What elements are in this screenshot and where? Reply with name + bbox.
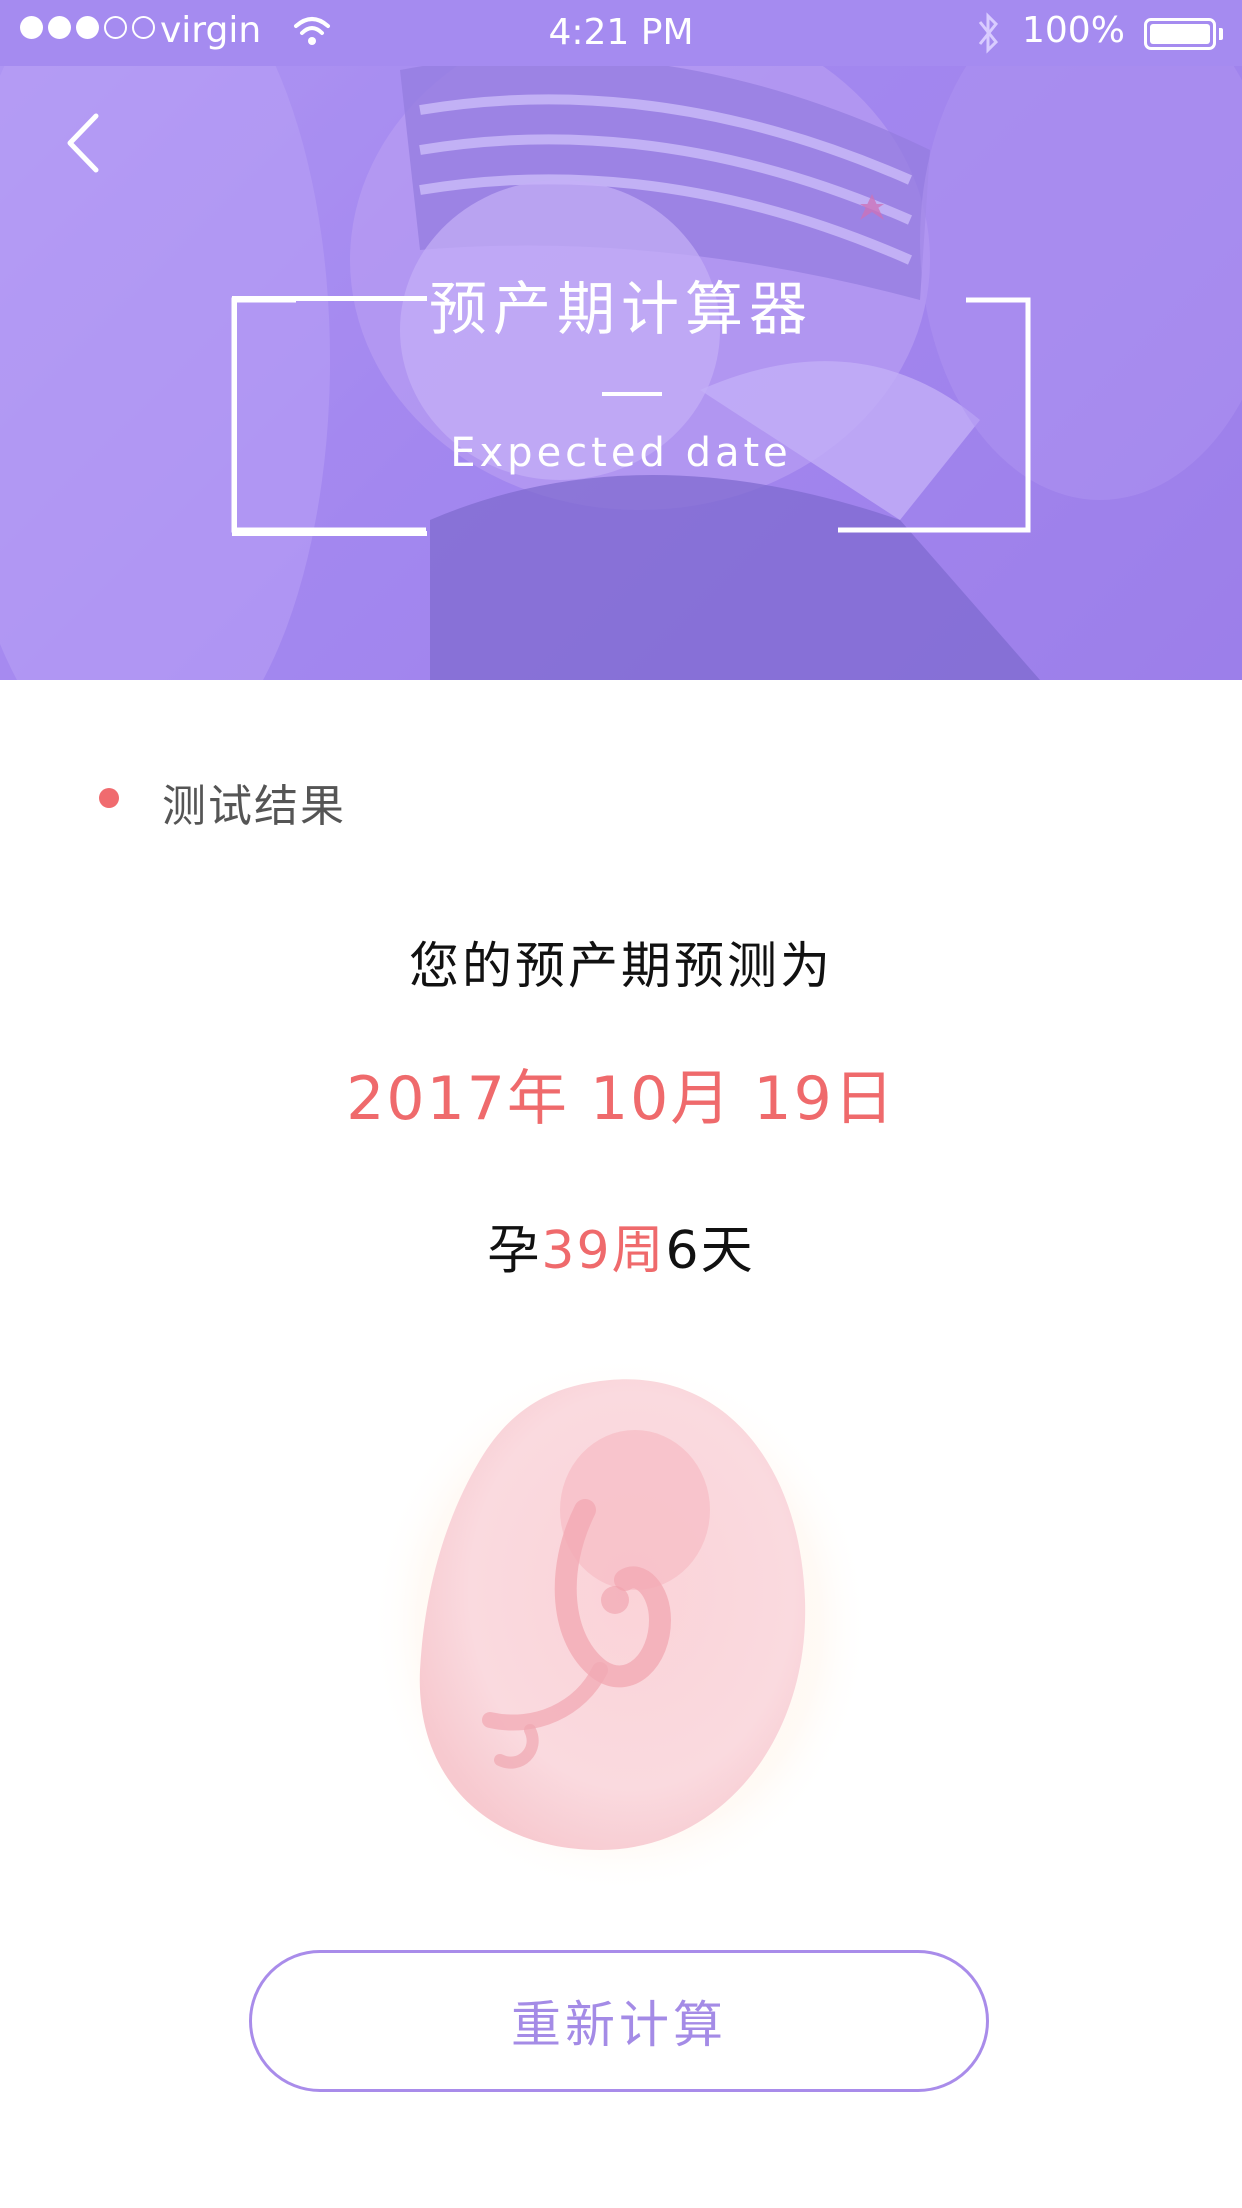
gestation-prefix: 孕 (487, 1221, 542, 1281)
hero-banner: 预产期计算器 Expected date (0, 0, 1242, 680)
gestation-age: 孕39周6天 (0, 1208, 1242, 1283)
gestation-days: 6天 (665, 1221, 755, 1281)
section-bullet (99, 788, 119, 808)
bluetooth-icon (978, 12, 999, 54)
recalculate-button[interactable]: 重新计算 (249, 1950, 989, 2092)
section-label: 测试结果 (162, 781, 346, 832)
title-divider (602, 392, 662, 396)
due-date: 2017年 10月 19日 (346, 1064, 896, 1134)
back-button[interactable] (60, 108, 110, 178)
gestation-weeks: 39周 (541, 1221, 666, 1281)
battery-icon (1144, 18, 1216, 50)
page-subtitle: Expected date (450, 430, 792, 476)
chevron-left-icon (67, 113, 99, 173)
status-bar: virgin 4:21 PM 100% (0, 0, 1242, 66)
result-caption: 您的预产期预测为 (409, 937, 833, 995)
page-title: 预产期计算器 (428, 275, 813, 343)
embryo-illustration (370, 1355, 870, 1895)
battery-percent: 100% (1022, 10, 1125, 51)
